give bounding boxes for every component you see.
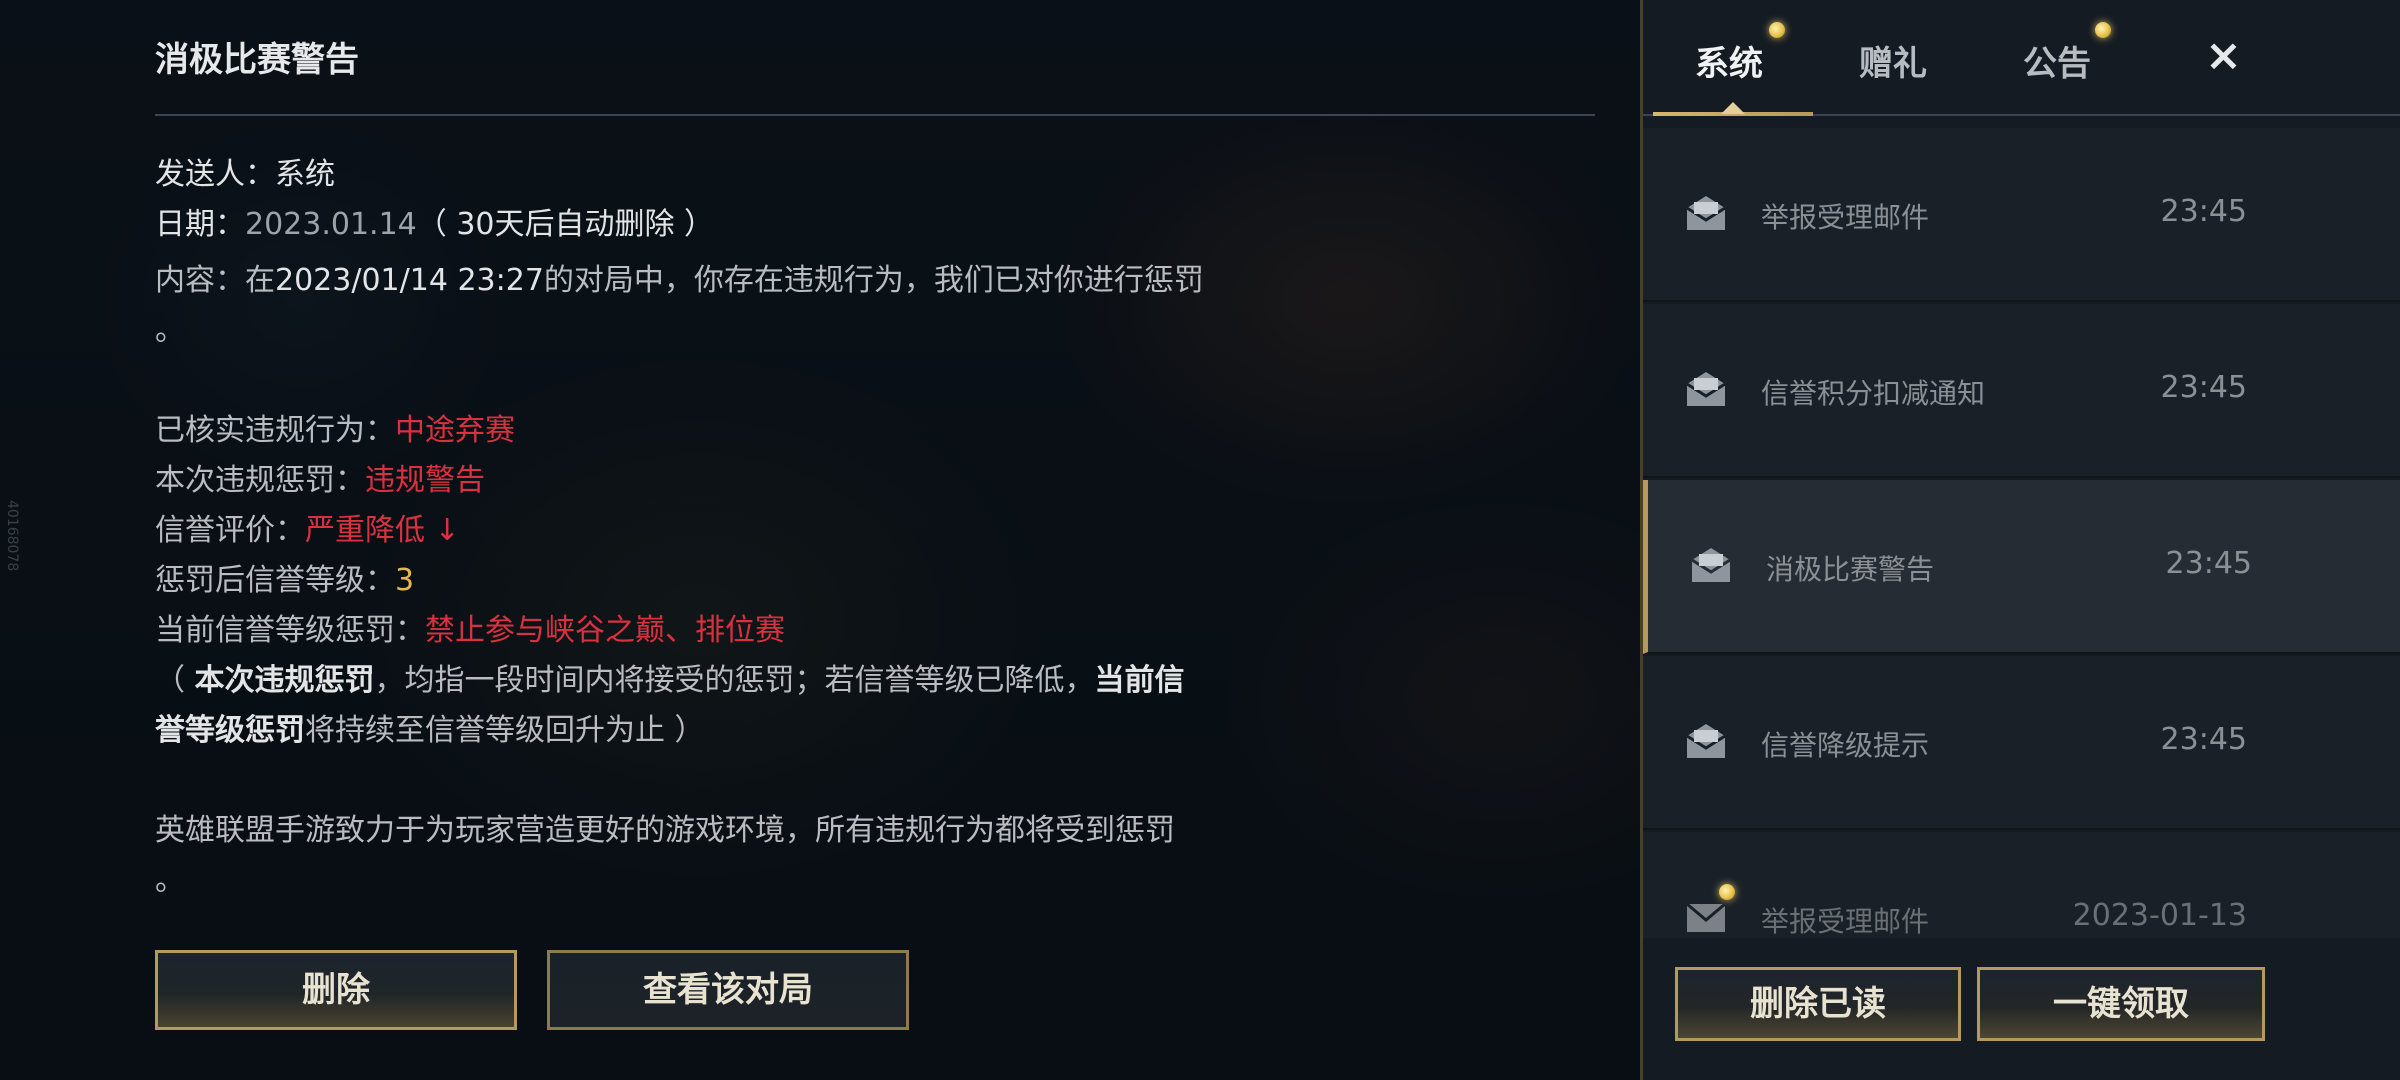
penalty-label: 本次违规惩罚：	[155, 463, 365, 498]
current-penalty-label: 当前信誉等级惩罚：	[155, 613, 425, 648]
note-bold-2b: 誉等级惩罚	[155, 713, 305, 748]
credit-line: 信誉评价：严重降低 ↓	[155, 506, 1265, 556]
mail-item[interactable]: 信誉积分扣减通知 23:45	[1643, 304, 2400, 478]
content-post: 的对局中，你存在违规行为，我们已对你进行惩罚	[543, 263, 1204, 298]
unread-notification-dot	[1719, 884, 1735, 900]
side-id-text: 40168078	[4, 500, 20, 572]
opened-mail-icon	[1686, 196, 1726, 230]
tab-system[interactable]: 系统	[1695, 36, 1763, 85]
view-match-button[interactable]: 查看该对局	[547, 950, 909, 1030]
mail-item-unread[interactable]: 举报受理邮件 2023-01-13	[1643, 832, 2400, 938]
date-label: 日期：	[155, 207, 245, 242]
violation-label: 已核实违规行为：	[155, 413, 395, 448]
level-value: 3	[395, 563, 415, 598]
close-icon[interactable]: ×	[2205, 30, 2242, 81]
mail-title: 消极比赛警告	[1766, 553, 1935, 586]
closing-text: 英雄联盟手游致力于为玩家营造更好的游戏环境，所有违规行为都将受到惩罚	[155, 813, 1175, 848]
note-bold-2a: 当前信	[1094, 663, 1185, 698]
mail-time: 2023-01-13	[2072, 898, 2247, 933]
tab-announcements-notification-dot	[2095, 22, 2111, 38]
mail-tabs: 系统 赠礼 公告 ×	[1643, 0, 2400, 120]
date-note: （ 30天后自动删除 ）	[416, 207, 715, 242]
mail-time: 23:45	[2160, 722, 2247, 757]
mail-time: 23:45	[2160, 370, 2247, 405]
mail-panel: 系统 赠礼 公告 × 举报受理邮件 23:45 信誉积分扣减通知 23:45 消…	[1640, 0, 2400, 1080]
mail-time: 23:45	[2160, 194, 2247, 229]
violation-value: 中途弃赛	[395, 413, 515, 448]
tab-system-notification-dot	[1769, 22, 1785, 38]
delete-read-button[interactable]: 删除已读	[1675, 967, 1961, 1041]
sender-value: 系统	[275, 157, 335, 192]
content-time: 2023/01/14 23:27	[275, 263, 544, 298]
content-line: 内容：在2023/01/14 23:27的对局中，你存在违规行为，我们已对你进行…	[155, 256, 1265, 306]
mail-title: 信誉降级提示	[1761, 729, 1930, 762]
date-value: 2023.01.14	[245, 207, 417, 242]
content-pre: 在	[245, 263, 275, 298]
unread-mail-icon	[1686, 902, 1726, 932]
opened-mail-icon	[1686, 724, 1726, 758]
violation-line: 已核实违规行为：中途弃赛	[155, 406, 1265, 456]
note-mid: ，均指一段时间内将接受的惩罚；若信誉等级已降低，	[374, 663, 1095, 698]
note-line-1: （ 本次违规惩罚，均指一段时间内将接受的惩罚；若信誉等级已降低，当前信	[155, 656, 1265, 706]
content-end: 。	[155, 313, 185, 348]
level-line: 惩罚后信誉等级：3	[155, 556, 1265, 606]
mail-title: 举报受理邮件	[1761, 201, 1930, 234]
closing-end: 。	[155, 863, 185, 898]
credit-value: 严重降低 ↓	[305, 513, 460, 548]
closing-line: 英雄联盟手游致力于为玩家营造更好的游戏环境，所有违规行为都将受到惩罚	[155, 806, 1265, 856]
credit-label: 信誉评价：	[155, 513, 305, 548]
mail-item[interactable]: 信誉降级提示 23:45	[1643, 656, 2400, 830]
claim-all-button[interactable]: 一键领取	[1977, 967, 2265, 1041]
level-label: 惩罚后信誉等级：	[155, 563, 395, 598]
mail-detail-title: 消极比赛警告	[155, 40, 359, 80]
content-end-line: 。	[155, 306, 1265, 356]
delete-button[interactable]: 删除	[155, 950, 517, 1030]
tab-announcements[interactable]: 公告	[2023, 36, 2091, 85]
note-open: （	[155, 663, 195, 698]
sender-line: 发送人：系统	[155, 150, 1265, 200]
note-bold-1: 本次违规惩罚	[194, 663, 375, 698]
mail-item[interactable]: 举报受理邮件 23:45	[1643, 128, 2400, 302]
tab-active-arrow-icon	[1721, 102, 1745, 114]
current-penalty-line: 当前信誉等级惩罚：禁止参与峡谷之巅、排位赛	[155, 606, 1265, 656]
opened-mail-icon	[1691, 548, 1731, 582]
mail-time: 23:45	[2165, 546, 2252, 581]
note-end: 将持续至信誉等级回升为止 ）	[305, 713, 705, 748]
mail-title: 信誉积分扣减通知	[1761, 377, 1986, 410]
closing-end-line: 。	[155, 856, 1265, 906]
penalty-value: 违规警告	[365, 463, 485, 498]
mail-body: 发送人：系统 日期：2023.01.14（ 30天后自动删除 ） 内容：在202…	[155, 150, 1265, 906]
opened-mail-icon	[1686, 372, 1726, 406]
mail-list[interactable]: 举报受理邮件 23:45 信誉积分扣减通知 23:45 消极比赛警告 23:45	[1643, 128, 2400, 938]
content-label: 内容：	[155, 263, 245, 298]
sender-label: 发送人：	[155, 157, 275, 192]
mail-item-selected[interactable]: 消极比赛警告 23:45	[1643, 480, 2400, 654]
date-line: 日期：2023.01.14（ 30天后自动删除 ）	[155, 200, 1265, 250]
mail-detail: 消极比赛警告 发送人：系统 日期：2023.01.14（ 30天后自动删除 ） …	[155, 0, 1595, 1080]
tab-gifts[interactable]: 赠礼	[1859, 36, 1927, 85]
current-penalty-value: 禁止参与峡谷之巅、排位赛	[425, 613, 785, 648]
penalty-line: 本次违规惩罚：违规警告	[155, 456, 1265, 506]
note-line-2: 誉等级惩罚将持续至信誉等级回升为止 ）	[155, 706, 1265, 756]
mail-title: 举报受理邮件	[1761, 905, 1930, 938]
title-divider	[155, 114, 1595, 116]
